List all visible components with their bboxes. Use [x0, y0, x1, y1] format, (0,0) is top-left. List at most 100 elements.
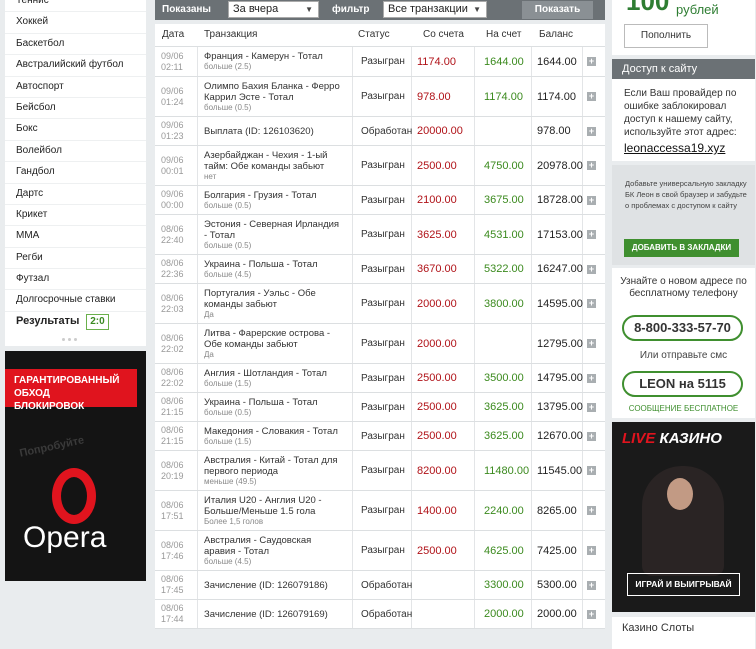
sidebar-item[interactable]: Бейсбол — [5, 98, 146, 120]
chevron-down-icon: ▼ — [473, 5, 481, 14]
row-subtitle: больше (0.5) — [204, 407, 252, 417]
balance-panel: 100 рублей Пополнить — [612, 0, 755, 55]
add-bookmark-button[interactable]: ДОБАВИТЬ В ЗАКЛАДКИ — [624, 239, 739, 257]
row-balance: 12670.00 — [537, 430, 583, 442]
more-dots-icon[interactable] — [62, 333, 82, 341]
expand-plus-icon[interactable]: + — [587, 393, 596, 421]
sidebar-item[interactable]: Крикет — [5, 205, 146, 227]
expand-plus-icon[interactable]: + — [587, 255, 596, 283]
expand-plus-icon[interactable]: + — [587, 600, 596, 628]
sidebar-item[interactable]: Волейбол — [5, 141, 146, 163]
opera-ad-banner[interactable]: ГАРАНТИРОВАННЫЙ ОБХОД БЛОКИРОВОК Попробу… — [5, 351, 146, 581]
expand-plus-icon[interactable]: + — [587, 422, 596, 450]
expand-plus-icon[interactable]: + — [587, 364, 596, 392]
row-title: Украина - Польша - Тотал — [204, 396, 318, 408]
row-time: 00:00 — [161, 200, 184, 210]
row-time: 02:11 — [161, 61, 183, 72]
row-time: 17:46 — [161, 550, 184, 561]
sms-code[interactable]: LEON на 5115 — [622, 371, 743, 397]
sidebar-item[interactable]: Автоспорт — [5, 77, 146, 98]
expand-plus-icon[interactable]: + — [587, 186, 596, 214]
row-from: 2500.00 — [417, 401, 457, 413]
ad-line-2: ОБХОД — [14, 388, 50, 399]
row-title: Эстония - Северная Ирландия - Тотал — [204, 218, 340, 241]
sidebar-item[interactable]: ММА — [5, 226, 146, 248]
row-datetime: 08/06 22:03 — [161, 284, 195, 323]
row-status: Разыгран — [361, 505, 405, 516]
show-button[interactable]: Показать — [522, 1, 593, 19]
shown-label: Показаны — [162, 4, 211, 15]
access-header: Доступ к сайту — [612, 59, 755, 79]
sidebar-item[interactable]: Хоккей — [5, 12, 146, 34]
expand-plus-icon[interactable]: + — [587, 531, 596, 570]
header-status: Статус — [358, 29, 390, 40]
sidebar-item[interactable]: Дартс — [5, 184, 146, 205]
row-transaction: Украина - Польша - Тотал больше (4.5) — [204, 255, 344, 283]
row-date: 08/06 — [161, 459, 184, 470]
row-time: 21:15 — [161, 407, 184, 417]
expand-plus-icon[interactable]: + — [587, 215, 596, 254]
row-date: 08/06 — [161, 603, 184, 613]
table-row: 09/06 01:23 Выплата (ID: 126103620) Обработ… — [155, 117, 605, 146]
sidebar-item[interactable]: Теннис — [5, 0, 146, 13]
sidebar-item[interactable]: Регби — [5, 248, 146, 270]
live-casino-ad[interactable]: LIVE КАЗИНО ИГРАЙ И ВЫИГРЫВАЙ — [612, 422, 755, 612]
row-to: 11480.00 — [484, 464, 530, 477]
period-select[interactable]: За вчера ▼ — [228, 1, 319, 18]
row-balance: 18728.00 — [537, 194, 583, 206]
expand-plus-icon[interactable]: + — [587, 324, 596, 363]
row-from: 3625.00 — [417, 228, 457, 241]
row-from: 3670.00 — [417, 263, 457, 275]
row-to: 3625.00 — [484, 401, 524, 413]
row-status: Разыгран — [361, 372, 405, 384]
expand-plus-icon[interactable]: + — [587, 571, 596, 599]
expand-plus-icon[interactable]: + — [587, 284, 596, 323]
results-link[interactable]: Результаты 2:0 — [5, 310, 146, 332]
expand-plus-icon[interactable]: + — [587, 117, 596, 145]
row-status: Разыгран — [361, 160, 405, 171]
sidebar-item[interactable]: Долгосрочные ставки — [5, 290, 146, 312]
sidebar-item[interactable]: Футзал — [5, 269, 146, 291]
deposit-button[interactable]: Пополнить — [624, 24, 708, 48]
type-value: Все транзакции — [388, 3, 468, 15]
row-transaction: Австралия - Китай - Тотал для первого пе… — [204, 451, 344, 490]
row-date: 08/06 — [161, 539, 184, 550]
row-time: 00:01 — [161, 165, 184, 176]
row-balance: 14795.00 — [537, 372, 583, 384]
table-row: 08/06 22:02 Англия - Шотландия - Тотал боль… — [155, 364, 605, 393]
sidebar-item[interactable]: Австралийский футбол — [5, 55, 146, 77]
casino-title-live: LIVE — [622, 430, 656, 447]
row-title: Италия U20 - Англия U20 - Больше/Меньше … — [204, 494, 322, 517]
expand-plus-icon[interactable]: + — [587, 77, 596, 116]
row-subtitle: Да — [204, 349, 214, 359]
row-subtitle: больше (2.5) — [204, 62, 252, 71]
row-from: 978.00 — [417, 90, 451, 103]
sidebar-item[interactable]: Гандбол — [5, 162, 146, 184]
row-transaction: Азербайджан - Чехия - 1-ый тайм: Обе ком… — [204, 146, 344, 185]
expand-plus-icon[interactable]: + — [587, 47, 596, 76]
row-status: Разыгран — [361, 56, 405, 67]
sidebar-item[interactable]: Бокс — [5, 119, 146, 141]
row-subtitle: меньше (49.5) — [204, 476, 257, 486]
row-from: 1400.00 — [417, 504, 457, 517]
mirror-link[interactable]: leonaccessa19.xyz — [612, 141, 755, 155]
row-from: 1174.00 — [417, 55, 456, 68]
filter-label: фильтр — [332, 4, 370, 15]
expand-plus-icon[interactable]: + — [587, 146, 596, 185]
ad-red-banner: ГАРАНТИРОВАННЫЙ ОБХОД БЛОКИРОВОК — [5, 369, 137, 412]
play-and-win-button[interactable]: ИГРАЙ И ВЫИГРЫВАЙ — [627, 573, 740, 596]
row-datetime: 08/06 22:40 — [161, 215, 195, 254]
sidebar-item[interactable]: Баскетбол — [5, 34, 146, 56]
table-row: 09/06 02:11 Франция - Камерун - Тотал больш… — [155, 47, 605, 77]
expand-plus-icon[interactable]: + — [587, 451, 596, 490]
expand-plus-icon[interactable]: + — [587, 491, 596, 530]
row-subtitle: больше (4.5) — [204, 269, 252, 279]
phone-number[interactable]: 8-800-333-57-70 — [622, 315, 743, 341]
type-select[interactable]: Все транзакции ▼ — [383, 1, 487, 18]
row-datetime: 08/06 17:46 — [161, 531, 195, 570]
row-datetime: 08/06 17:51 — [161, 491, 195, 530]
table-row: 08/06 22:36 Украина - Польша - Тотал больше… — [155, 255, 605, 284]
row-subtitle: нет — [204, 171, 217, 181]
row-status: Разыгран — [361, 263, 405, 275]
header-date: Дата — [162, 29, 185, 40]
